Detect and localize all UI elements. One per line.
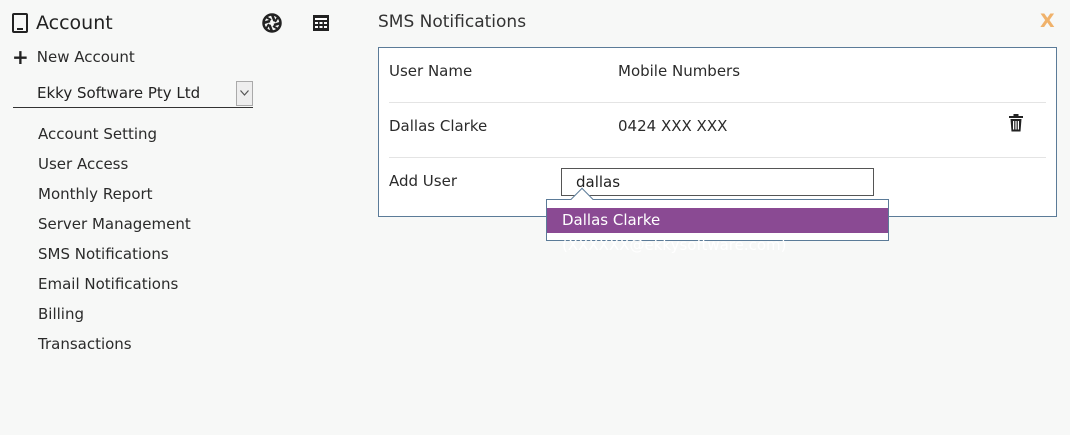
- sidebar-item-billing[interactable]: Billing: [38, 302, 191, 332]
- table-row: Dallas Clarke 0424 XXX XXX: [389, 103, 1046, 158]
- close-button[interactable]: X: [1040, 10, 1055, 32]
- sidebar-item-account-setting[interactable]: Account Setting: [38, 122, 191, 152]
- plus-icon: +: [12, 45, 29, 69]
- sidebar-item-transactions[interactable]: Transactions: [38, 332, 191, 362]
- user-suggestion-dropdown: Dallas Clarke (XXXXXX@ekkysoftware.com): [546, 187, 889, 254]
- suggestion-item[interactable]: Dallas Clarke (XXXXXX@ekkysoftware.com): [547, 208, 888, 254]
- table-header-row: User Name Mobile Numbers: [389, 48, 1046, 103]
- aperture-icon[interactable]: [261, 12, 283, 34]
- row-user-name: Dallas Clarke: [389, 117, 488, 135]
- sidebar-item-server-management[interactable]: Server Management: [38, 212, 191, 242]
- add-user-input[interactable]: [561, 168, 874, 196]
- sidebar-title: Account: [36, 12, 113, 34]
- sidebar: Account + New Account Ekky Software Pty …: [0, 0, 345, 435]
- new-account-label: New Account: [36, 48, 135, 66]
- row-mobile-number: 0424 XXX XXX: [618, 117, 728, 135]
- sms-users-panel: User Name Mobile Numbers Dallas Clarke 0…: [378, 47, 1057, 217]
- sidebar-item-monthly-report[interactable]: Monthly Report: [38, 182, 191, 212]
- tablet-icon: [12, 13, 28, 33]
- new-account-button[interactable]: + New Account: [12, 46, 135, 68]
- trash-icon[interactable]: [1008, 114, 1024, 132]
- sidebar-item-sms-notifications[interactable]: SMS Notifications: [38, 242, 191, 272]
- sidebar-nav: Account Setting User Access Monthly Repo…: [38, 122, 191, 362]
- sidebar-item-email-notifications[interactable]: Email Notifications: [38, 272, 191, 302]
- column-header-user-name: User Name: [389, 62, 473, 80]
- chevron-down-icon[interactable]: [236, 80, 253, 106]
- add-user-label: Add User: [389, 172, 457, 190]
- company-select-value: Ekky Software Pty Ltd: [37, 84, 201, 102]
- sidebar-header: Account: [12, 10, 113, 36]
- company-select[interactable]: Ekky Software Pty Ltd: [13, 79, 253, 108]
- column-header-mobile-numbers: Mobile Numbers: [618, 62, 741, 80]
- calculator-icon[interactable]: [310, 12, 332, 34]
- sidebar-item-user-access[interactable]: User Access: [38, 152, 191, 182]
- page-title: SMS Notifications: [378, 12, 527, 32]
